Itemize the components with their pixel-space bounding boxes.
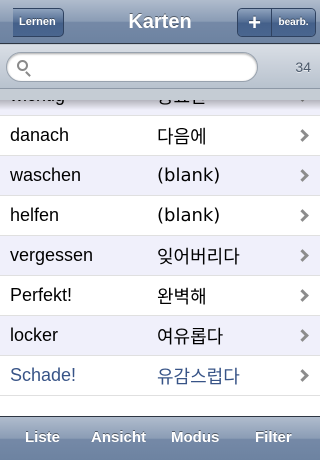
filter-button[interactable]: Filter — [255, 429, 292, 446]
chevron-right-icon — [296, 249, 309, 262]
nav-right-buttons: + bearb. — [237, 8, 316, 37]
chevron-right-icon — [296, 369, 309, 382]
edit-button[interactable]: bearb. — [272, 9, 315, 36]
chevron-right-icon — [296, 329, 309, 342]
german-word: waschen — [10, 165, 82, 185]
list-item[interactable]: Schade! 유감스럽다 — [0, 356, 320, 396]
list-item[interactable]: danach 다음에 — [0, 116, 320, 156]
mode-button[interactable]: Modus — [171, 429, 219, 446]
bottom-toolbar: Liste Ansicht Modus Filter — [0, 416, 320, 460]
german-word: danach — [10, 125, 70, 145]
list-button[interactable]: Liste — [25, 429, 60, 446]
chevron-right-icon — [296, 209, 309, 222]
chevron-right-icon — [296, 100, 309, 102]
korean-word: 중요한 — [157, 100, 207, 109]
german-word: locker — [10, 325, 59, 345]
korean-word: 여유롭다 — [157, 326, 224, 348]
add-button[interactable]: + — [238, 9, 272, 36]
list-item[interactable]: helfen (blank) — [0, 196, 320, 236]
chevron-right-icon — [296, 129, 309, 142]
korean-word: (blank) — [157, 205, 221, 226]
navigation-bar: Lernen Karten + bearb. — [0, 0, 320, 44]
german-word: Perfekt! — [10, 285, 73, 305]
korean-word: 다음에 — [157, 126, 207, 148]
card-list[interactable]: wichtig 중요한 danach 다음에 waschen (blank) h… — [0, 100, 320, 416]
search-input[interactable] — [35, 57, 251, 79]
list-item[interactable]: vergessen 잊어버리다 — [0, 236, 320, 276]
search-bar: 34 — [0, 45, 320, 89]
result-count: 34 — [295, 59, 311, 75]
chevron-right-icon — [296, 169, 309, 182]
list-item[interactable]: Perfekt! 완벽해 — [0, 276, 320, 316]
german-word: Schade! — [10, 365, 77, 385]
list-item[interactable]: waschen (blank) — [0, 156, 320, 196]
german-word: helfen — [10, 205, 60, 225]
search-field[interactable] — [6, 52, 258, 82]
korean-word: (blank) — [157, 165, 221, 186]
search-icon — [17, 60, 28, 71]
korean-word: 잊어버리다 — [157, 246, 240, 268]
german-word: vergessen — [10, 245, 94, 265]
chevron-right-icon — [296, 289, 309, 302]
korean-word: 완벽해 — [157, 286, 207, 308]
back-button-label: Lernen — [19, 16, 56, 28]
view-button[interactable]: Ansicht — [91, 429, 146, 446]
korean-word: 유감스럽다 — [157, 366, 240, 388]
list-item[interactable]: wichtig 중요한 — [0, 100, 320, 116]
german-word: wichtig — [10, 100, 65, 106]
list-item[interactable]: locker 여유롭다 — [0, 316, 320, 356]
